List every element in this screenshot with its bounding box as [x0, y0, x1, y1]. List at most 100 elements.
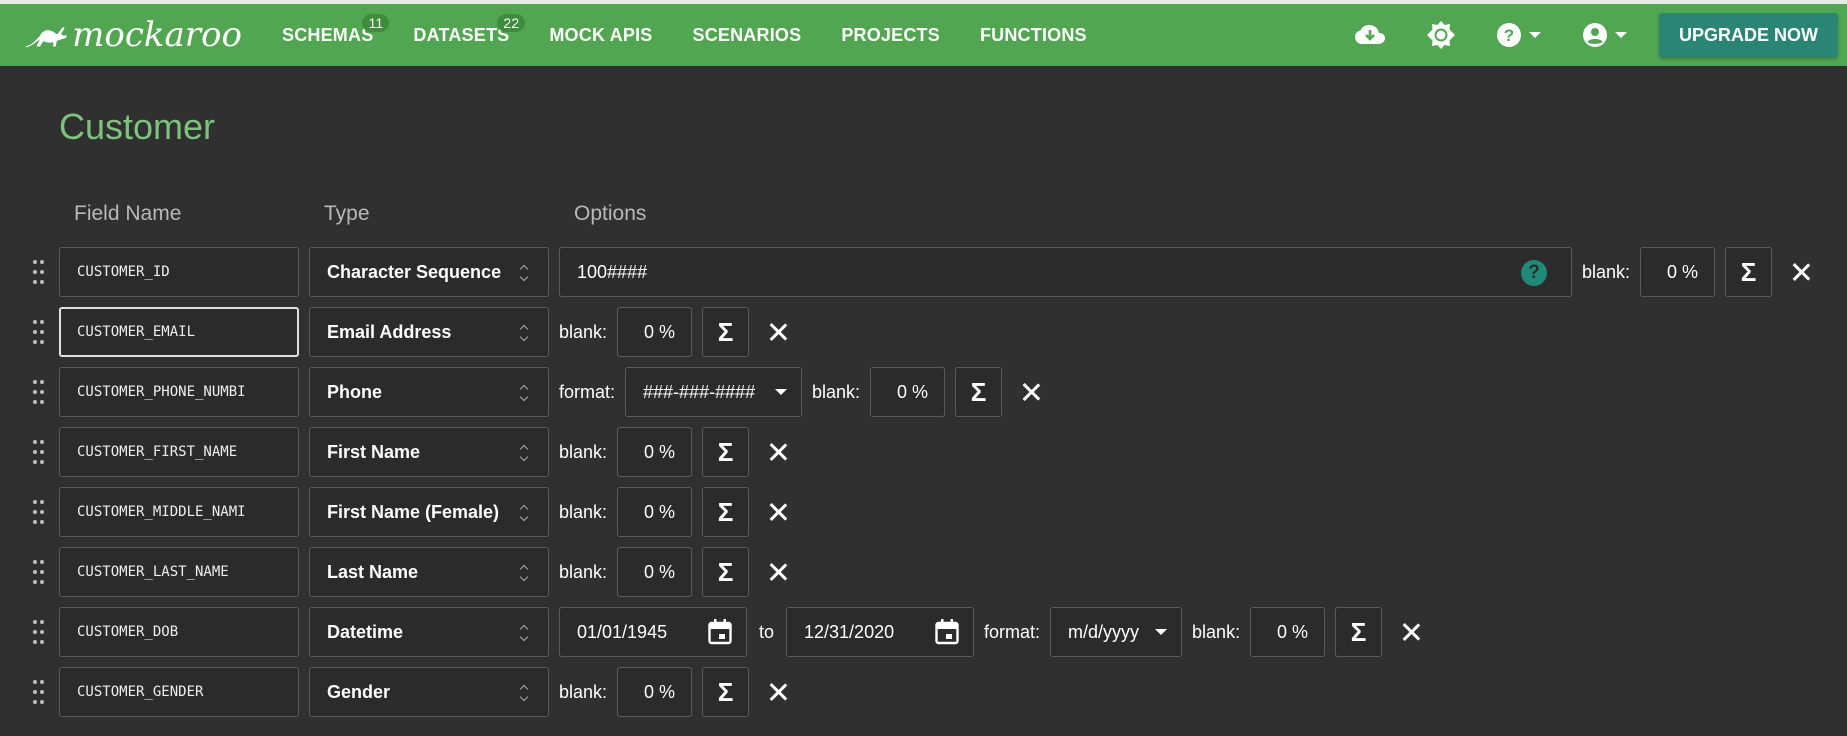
close-icon[interactable]: [767, 561, 789, 583]
close-icon[interactable]: [767, 321, 789, 343]
cloud-download-icon[interactable]: [1355, 24, 1385, 46]
field-name-header: Field Name: [74, 202, 182, 225]
help-menu[interactable]: ?: [1497, 23, 1541, 47]
drag-handle-icon[interactable]: [33, 560, 45, 584]
drag-handle-icon[interactable]: [33, 680, 45, 704]
drag-handle-icon[interactable]: [33, 320, 45, 344]
formula-sigma-button[interactable]: Σ: [702, 427, 750, 477]
formula-sigma-button[interactable]: Σ: [1335, 607, 1383, 657]
field-type-label: Datetime: [327, 621, 404, 642]
field-row: CUSTOMER_EMAIL Email Address blank: 0 % …: [0, 307, 1847, 357]
nav-scenarios[interactable]: SCENARIOS: [673, 4, 822, 66]
drag-handle-icon[interactable]: [33, 500, 45, 524]
field-type-select[interactable]: Character Sequence: [309, 247, 549, 297]
format-value: ###-###-####: [643, 381, 756, 402]
field-options: blank: 0 % Σ: [559, 427, 789, 477]
field-name-input[interactable]: CUSTOMER_PHONE_NUMBI: [59, 367, 299, 417]
nav-datasets[interactable]: DATASETS 22: [393, 4, 529, 66]
brightness-icon[interactable]: [1427, 21, 1455, 49]
nav-functions[interactable]: FUNCTIONS: [960, 4, 1107, 66]
field-row: CUSTOMER_MIDDLE_NAMI First Name (Female)…: [0, 487, 1847, 537]
datasets-count-badge: 22: [497, 14, 526, 32]
nav-projects[interactable]: PROJECTS: [821, 4, 960, 66]
nav-mock-apis-label: MOCK APIS: [549, 24, 653, 45]
close-icon[interactable]: [1400, 621, 1422, 643]
field-name-input[interactable]: CUSTOMER_MIDDLE_NAMI: [59, 487, 299, 537]
field-type-select[interactable]: First Name (Female): [309, 487, 549, 537]
drag-handle-icon[interactable]: [33, 260, 45, 284]
updown-icon: [520, 624, 530, 642]
field-type-label: First Name (Female): [327, 501, 500, 522]
field-options: 100####? blank: 0 % Σ: [559, 247, 1812, 297]
blank-percent-input[interactable]: 0 %: [1250, 607, 1326, 657]
field-row: CUSTOMER_DOB Datetime 01/01/1945 to 12/3…: [0, 607, 1847, 657]
field-type-select[interactable]: Phone: [309, 367, 549, 417]
field-name-input[interactable]: CUSTOMER_DOB: [59, 607, 299, 657]
field-name-input[interactable]: CUSTOMER_GENDER: [59, 667, 299, 717]
date-to-input[interactable]: 12/31/2020: [786, 607, 975, 657]
help-icon[interactable]: ?: [1521, 260, 1547, 286]
upgrade-now-button[interactable]: UPGRADE NOW: [1659, 13, 1838, 57]
field-type-label: Phone: [327, 381, 383, 402]
help-icon: ?: [1497, 23, 1521, 47]
field-type-select[interactable]: Gender: [309, 667, 549, 717]
kangaroo-icon: [25, 27, 67, 48]
nav-menu: SCHEMAS 11 DATASETS 22 MOCK APIS SCENARI…: [242, 4, 1107, 66]
nav-schemas[interactable]: SCHEMAS 11: [242, 4, 393, 66]
top-navbar: mockaroo SCHEMAS 11 DATASETS 22 MOCK API…: [0, 4, 1847, 66]
drag-handle-icon[interactable]: [33, 380, 45, 404]
close-icon[interactable]: [767, 681, 789, 703]
blank-percent-input[interactable]: 0 %: [870, 367, 946, 417]
updown-icon: [520, 504, 530, 522]
formula-sigma-button[interactable]: Σ: [702, 487, 750, 537]
field-name-input[interactable]: CUSTOMER_FIRST_NAME: [59, 427, 299, 477]
blank-label: blank:: [812, 381, 861, 402]
field-type-select[interactable]: Last Name: [309, 547, 549, 597]
field-name-input[interactable]: CUSTOMER_ID: [59, 247, 299, 297]
nav-scenarios-label: SCENARIOS: [692, 24, 802, 45]
blank-label: blank:: [559, 441, 608, 462]
formula-sigma-button[interactable]: Σ: [955, 367, 1003, 417]
date-from-input[interactable]: 01/01/1945: [559, 607, 747, 657]
close-icon[interactable]: [1790, 261, 1812, 283]
calendar-icon[interactable]: [708, 619, 732, 645]
field-name-input[interactable]: CUSTOMER_LAST_NAME: [59, 547, 299, 597]
blank-percent-input[interactable]: 0 %: [617, 427, 693, 477]
formula-sigma-button[interactable]: Σ: [1725, 247, 1773, 297]
blank-percent-input[interactable]: 0 %: [617, 487, 693, 537]
date-format-select[interactable]: m/d/yyyy: [1050, 607, 1183, 657]
blank-percent-input[interactable]: 0 %: [617, 547, 693, 597]
formula-sigma-button[interactable]: Σ: [702, 547, 750, 597]
blank-percent-input[interactable]: 0 %: [617, 307, 693, 357]
formula-sigma-button[interactable]: Σ: [702, 307, 750, 357]
field-row: CUSTOMER_ID Character Sequence 100####? …: [0, 247, 1847, 297]
field-type-select[interactable]: Email Address: [309, 307, 549, 357]
brand-name: mockaroo: [72, 15, 242, 55]
calendar-icon[interactable]: [935, 619, 959, 645]
drag-handle-icon[interactable]: [33, 620, 45, 644]
field-options: blank: 0 % Σ: [559, 487, 789, 537]
blank-label: blank:: [1582, 261, 1631, 282]
blank-percent-input[interactable]: 0 %: [1640, 247, 1716, 297]
field-type-select[interactable]: First Name: [309, 427, 549, 477]
updown-icon: [520, 264, 530, 282]
updown-icon: [520, 384, 530, 402]
account-menu[interactable]: [1583, 23, 1627, 47]
formula-sigma-button[interactable]: Σ: [702, 667, 750, 717]
field-type-select[interactable]: Datetime: [309, 607, 549, 657]
updown-icon: [520, 324, 530, 342]
close-icon[interactable]: [767, 501, 789, 523]
nav-datasets-label: DATASETS: [413, 24, 510, 45]
sequence-input[interactable]: 100####?: [559, 247, 1572, 297]
format-label: format:: [984, 621, 1041, 642]
blank-percent-input[interactable]: 0 %: [617, 667, 693, 717]
close-icon[interactable]: [1020, 381, 1042, 403]
account-icon: [1583, 23, 1607, 47]
phone-format-select[interactable]: ###-###-####: [625, 367, 803, 417]
close-icon[interactable]: [767, 441, 789, 463]
drag-handle-icon[interactable]: [33, 440, 45, 464]
nav-mock-apis[interactable]: MOCK APIS: [529, 4, 672, 66]
field-name-input[interactable]: CUSTOMER_EMAIL: [59, 307, 299, 357]
mockaroo-logo[interactable]: mockaroo: [24, 15, 242, 55]
field-row: CUSTOMER_PHONE_NUMBI Phone format: ###-#…: [0, 367, 1847, 417]
